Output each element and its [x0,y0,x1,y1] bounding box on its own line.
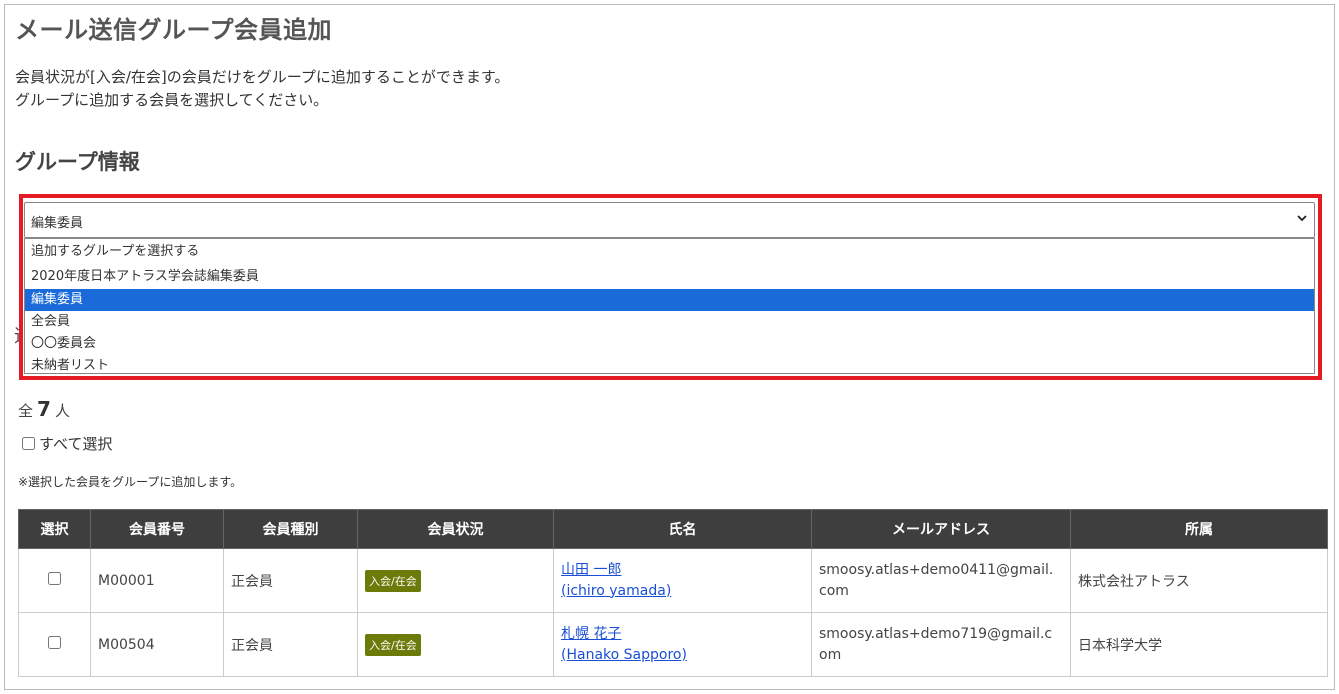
member-email: smoosy.atlas+demo0411@gmail. com [811,548,1071,613]
member-email: smoosy.atlas+demo719@gmail.c om [811,612,1071,677]
member-name-cell: 山田 一郎 (ichiro yamada) [553,548,812,613]
member-name-en: (ichiro yamada) [561,582,672,599]
row-checkbox[interactable] [48,572,61,585]
row-checkbox[interactable] [48,636,61,649]
member-type: 正会員 [223,548,358,613]
member-status-cell: 入会/在会 [357,612,554,677]
intro-line-2: グループに追加する会員を選択してください。 [15,91,329,109]
member-id: M00001 [90,548,224,613]
group-select-value: 編集委員 [31,216,84,231]
member-name: 山田 一郎 [561,561,622,578]
select-all-checkbox[interactable] [22,437,35,450]
member-affiliation: 日本科学大学 [1070,612,1328,677]
member-count: 全7人 [18,397,70,421]
obscured-section-title: 追 [14,322,23,344]
member-status-cell: 入会/在会 [357,548,554,613]
member-name: 札幌 花子 [561,625,622,642]
group-option[interactable]: 追加するグループを選択する [25,239,1314,264]
member-type: 正会員 [223,612,358,677]
table-row: M00504 正会員 入会/在会 札幌 花子 (Hanako Sapporo) s… [18,612,1328,677]
col-member-id: 会員番号 [90,509,224,549]
intro-text: 会員状況が[入会/在会]の会員だけをグループに追加することができます。 グループ… [15,66,509,112]
count-suffix: 人 [54,402,70,420]
status-badge: 入会/在会 [365,633,421,656]
col-member-status: 会員状況 [357,509,554,549]
col-email: メールアドレス [811,509,1071,549]
email-line-1: smoosy.atlas+demo719@gmail.c [819,625,1053,642]
email-line-2: om [819,646,842,663]
group-option-list[interactable]: 追加するグループを選択する 2020年度日本アトラス学会誌編集委員 編集委員 全… [24,238,1315,374]
member-name-link[interactable]: 山田 一郎 (ichiro yamada) [561,562,671,599]
email-line-1: smoosy.atlas+demo0411@gmail. [819,561,1054,578]
table-row: M00001 正会員 入会/在会 山田 一郎 (ichiro yamada) sm… [18,548,1328,613]
page-title: メール送信グループ会員追加 [15,16,333,44]
group-option[interactable]: 全会員 [25,311,1314,333]
intro-line-1: 会員状況が[入会/在会]の会員だけをグループに追加することができます。 [15,68,510,86]
add-note: ※選択した会員をグループに追加します。 [18,475,243,489]
email-line-2: com [819,582,849,599]
select-all[interactable]: すべて選択 [22,433,112,454]
count-number: 7 [37,397,51,421]
select-all-label: すべて選択 [39,435,113,453]
member-name-cell: 札幌 花子 (Hanako Sapporo) [553,612,812,677]
row-select-cell [18,548,91,613]
member-name-en: (Hanako Sapporo) [561,646,687,663]
member-name-link[interactable]: 札幌 花子 (Hanako Sapporo) [561,626,687,663]
col-select: 選択 [18,509,91,549]
group-option-selected[interactable]: 編集委員 [25,289,1314,311]
col-affiliation: 所属 [1070,509,1328,549]
row-select-cell [18,612,91,677]
count-prefix: 全 [18,402,34,420]
member-affiliation: 株式会社アトラス [1070,548,1328,613]
member-table: 選択 会員番号 会員種別 会員状況 氏名 メールアドレス 所属 M00001 正… [18,509,1328,677]
table-header-row: 選択 会員番号 会員種別 会員状況 氏名 メールアドレス 所属 [18,509,1328,549]
chevron-down-icon [1297,215,1307,222]
group-info-title: グループ情報 [15,150,140,174]
col-name: 氏名 [553,509,812,549]
group-option[interactable]: 未納者リスト [25,355,1314,377]
status-badge: 入会/在会 [365,569,421,592]
group-select[interactable]: 編集委員 [24,202,1315,238]
group-option[interactable]: 〇〇委員会 [25,333,1314,355]
member-id: M00504 [90,612,224,677]
col-member-type: 会員種別 [223,509,358,549]
group-option[interactable]: 2020年度日本アトラス学会誌編集委員 [25,264,1314,289]
